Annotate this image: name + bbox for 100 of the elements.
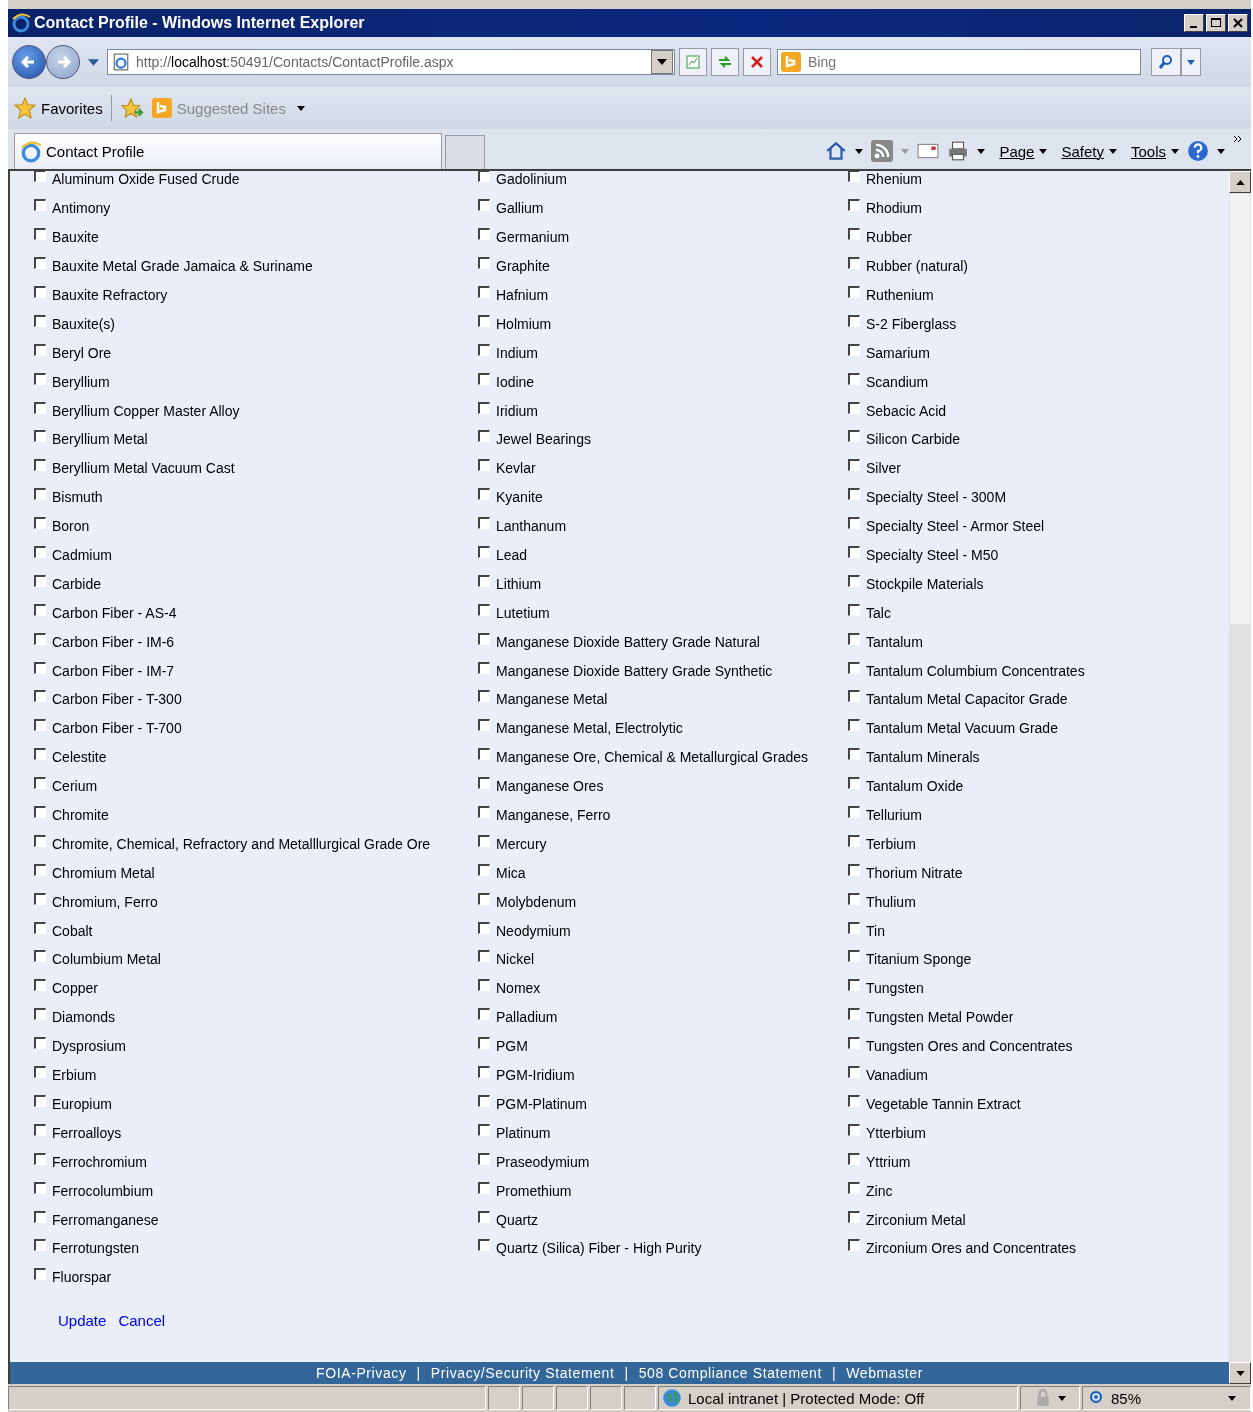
checkbox[interactable] <box>848 1094 860 1107</box>
menu-button[interactable]: Page <box>999 142 1048 160</box>
caret-icon[interactable] <box>1058 1395 1066 1401</box>
compatibility-view-button[interactable] <box>679 48 707 76</box>
checkbox[interactable] <box>848 979 860 992</box>
checkbox[interactable] <box>478 1094 490 1107</box>
checkbox[interactable] <box>848 488 860 501</box>
checkbox[interactable] <box>848 834 860 847</box>
checkbox[interactable] <box>478 1008 490 1021</box>
scroll-up-button[interactable] <box>1229 171 1251 193</box>
checkbox[interactable] <box>478 1066 490 1079</box>
checkbox[interactable] <box>848 228 860 241</box>
search-button[interactable] <box>1151 48 1181 76</box>
caret-icon[interactable] <box>977 148 986 154</box>
checkbox[interactable] <box>478 719 490 732</box>
dropdown-button[interactable] <box>651 50 673 74</box>
browser-tab[interactable]: Contact Profile <box>14 133 442 169</box>
checkbox[interactable] <box>848 892 860 905</box>
checkbox[interactable] <box>848 517 860 530</box>
checkbox[interactable] <box>478 1210 490 1223</box>
checkbox[interactable] <box>34 199 46 212</box>
scroll-thumb[interactable] <box>1229 193 1251 625</box>
checkbox[interactable] <box>34 1037 46 1050</box>
checkbox[interactable] <box>478 690 490 703</box>
maximize-button[interactable] <box>1206 14 1226 32</box>
checkbox[interactable] <box>34 1239 46 1252</box>
favorites-button[interactable]: Favorites <box>14 97 103 119</box>
checkbox[interactable] <box>34 603 46 616</box>
checkbox[interactable] <box>848 748 860 761</box>
footer-link[interactable]: Webmaster <box>846 1365 923 1381</box>
help-icon[interactable] <box>1187 140 1209 162</box>
checkbox[interactable] <box>478 950 490 963</box>
checkbox[interactable] <box>478 459 490 472</box>
checkbox[interactable] <box>34 257 46 270</box>
checkbox[interactable] <box>848 430 860 443</box>
checkbox[interactable] <box>34 546 46 558</box>
checkbox[interactable] <box>848 1239 860 1252</box>
checkbox[interactable] <box>848 401 860 414</box>
checkbox[interactable] <box>848 1181 860 1194</box>
checkbox[interactable] <box>848 286 860 298</box>
checkbox[interactable] <box>34 228 46 241</box>
caret-icon[interactable] <box>855 148 864 154</box>
checkbox[interactable] <box>478 979 490 992</box>
checkbox[interactable] <box>34 430 46 443</box>
checkbox[interactable] <box>478 806 490 819</box>
feed-icon[interactable] <box>871 140 894 162</box>
checkbox[interactable] <box>34 517 46 530</box>
menu-button[interactable]: Tools <box>1130 142 1179 160</box>
checkbox[interactable] <box>34 1152 46 1165</box>
checkbox[interactable] <box>34 950 46 963</box>
checkbox[interactable] <box>478 1123 490 1136</box>
checkbox[interactable] <box>34 343 46 356</box>
checkbox[interactable] <box>478 1239 490 1252</box>
checkbox[interactable] <box>848 1152 860 1165</box>
checkbox[interactable] <box>34 1181 46 1194</box>
checkbox[interactable] <box>34 488 46 501</box>
action-link[interactable]: Update <box>58 1311 107 1329</box>
checkbox[interactable] <box>34 892 46 905</box>
checkbox[interactable] <box>478 603 490 616</box>
checkbox[interactable] <box>848 777 860 790</box>
refresh-button[interactable] <box>711 48 739 76</box>
printer-icon[interactable] <box>947 140 970 162</box>
checkbox[interactable] <box>478 286 490 298</box>
checkbox[interactable] <box>478 401 490 414</box>
checkbox[interactable] <box>848 950 860 963</box>
checkbox[interactable] <box>478 863 490 876</box>
checkbox[interactable] <box>478 748 490 761</box>
checkbox[interactable] <box>478 632 490 645</box>
scrollbar[interactable] <box>1229 171 1251 1362</box>
checkbox[interactable] <box>478 430 490 443</box>
checkbox[interactable] <box>34 372 46 385</box>
checkbox[interactable] <box>478 1152 490 1165</box>
checkbox[interactable] <box>34 401 46 414</box>
checkbox[interactable] <box>34 921 46 934</box>
checkbox[interactable] <box>478 921 490 934</box>
checkbox[interactable] <box>34 863 46 876</box>
zoom-level[interactable]: 85% <box>1111 1389 1142 1407</box>
checkbox[interactable] <box>848 574 860 587</box>
checkbox[interactable] <box>478 1181 490 1194</box>
checkbox[interactable] <box>848 343 860 356</box>
close-button[interactable] <box>1228 14 1248 32</box>
checkbox[interactable] <box>34 314 46 327</box>
checkbox[interactable] <box>848 719 860 732</box>
checkbox[interactable] <box>34 632 46 645</box>
checkbox[interactable] <box>848 806 860 819</box>
checkbox[interactable] <box>478 777 490 790</box>
checkbox[interactable] <box>34 1094 46 1107</box>
checkbox[interactable] <box>848 372 860 385</box>
checkbox[interactable] <box>848 314 860 327</box>
caret-icon[interactable] <box>1228 1395 1236 1401</box>
checkbox[interactable] <box>478 892 490 905</box>
checkbox[interactable] <box>34 690 46 703</box>
checkbox[interactable] <box>34 834 46 847</box>
checkbox[interactable] <box>478 199 490 212</box>
add-favorite-icon[interactable] <box>119 97 144 119</box>
scroll-down-button[interactable] <box>1229 1362 1251 1384</box>
checkbox[interactable] <box>34 1066 46 1079</box>
checkbox[interactable] <box>34 979 46 992</box>
checkbox[interactable] <box>478 228 490 241</box>
checkbox[interactable] <box>478 343 490 356</box>
